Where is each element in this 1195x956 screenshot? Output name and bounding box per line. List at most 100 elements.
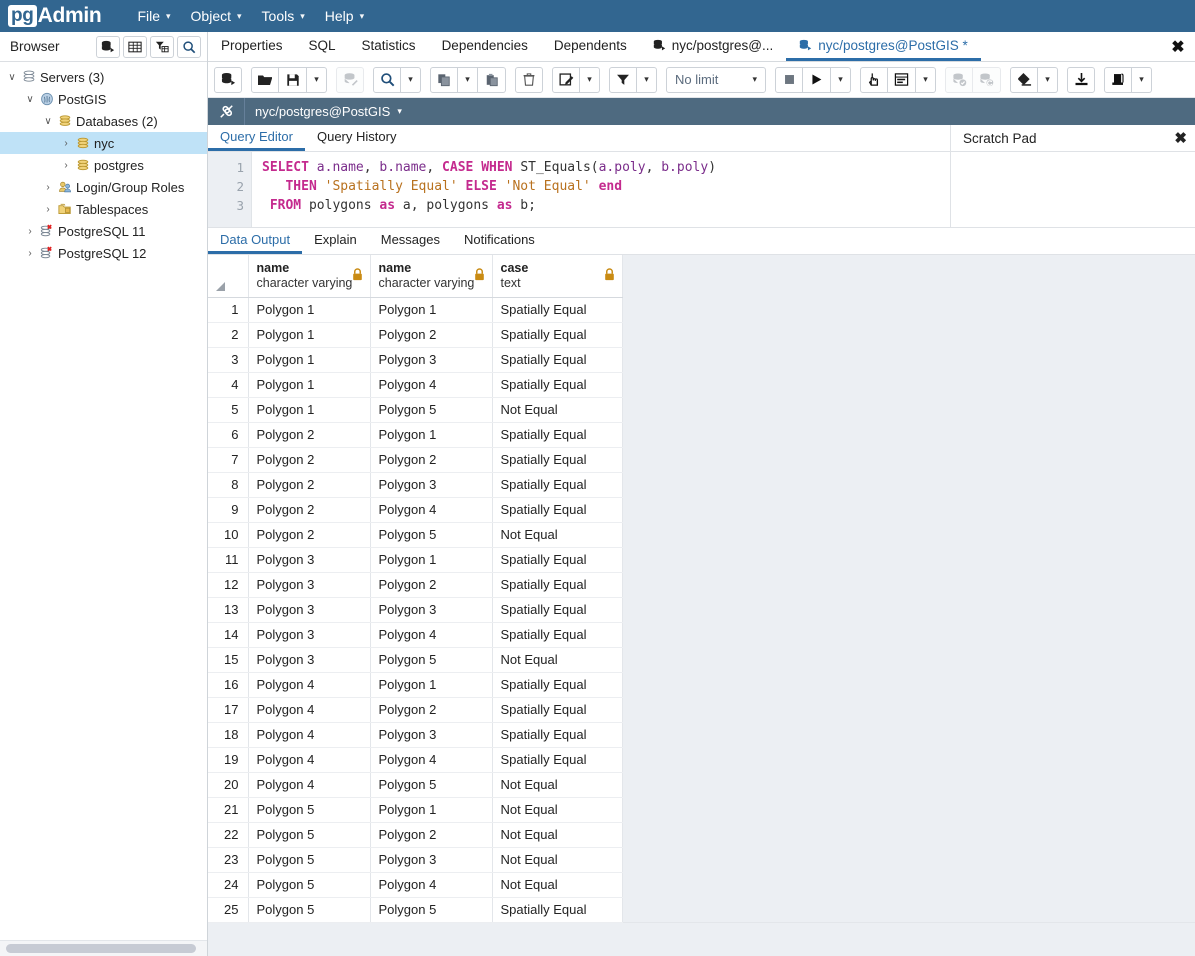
row-number[interactable]: 24	[208, 872, 248, 897]
table-cell[interactable]: Polygon 3	[248, 647, 370, 672]
table-row[interactable]: 9Polygon 2Polygon 4Spatially Equal	[208, 497, 622, 522]
stop-icon[interactable]	[775, 67, 803, 93]
menu-tools[interactable]: Tools ▾	[252, 4, 315, 28]
table-cell[interactable]: Polygon 5	[248, 897, 370, 922]
table-row[interactable]: 6Polygon 2Polygon 1Spatially Equal	[208, 422, 622, 447]
table-cell[interactable]: Polygon 1	[370, 422, 492, 447]
filtered-rows-icon[interactable]	[150, 36, 174, 58]
copy-icon[interactable]	[430, 67, 458, 93]
close-icon[interactable]: ✖	[1174, 129, 1187, 147]
table-cell[interactable]: Polygon 5	[370, 522, 492, 547]
explain-analyze-icon[interactable]	[888, 67, 916, 93]
save-options-caret[interactable]: ▾	[307, 67, 327, 93]
table-row[interactable]: 19Polygon 4Polygon 4Spatially Equal	[208, 747, 622, 772]
table-cell[interactable]: Polygon 2	[370, 822, 492, 847]
table-row[interactable]: 17Polygon 4Polygon 2Spatially Equal	[208, 697, 622, 722]
table-row[interactable]: 23Polygon 5Polygon 3Not Equal	[208, 847, 622, 872]
row-number[interactable]: 1	[208, 297, 248, 322]
table-row[interactable]: 3Polygon 1Polygon 3Spatially Equal	[208, 347, 622, 372]
table-cell[interactable]: Polygon 5	[370, 647, 492, 672]
table-cell[interactable]: Not Equal	[492, 772, 622, 797]
paste-icon[interactable]	[478, 67, 506, 93]
table-cell[interactable]: Spatially Equal	[492, 697, 622, 722]
table-cell[interactable]: Polygon 5	[370, 772, 492, 797]
table-row[interactable]: 21Polygon 5Polygon 1Not Equal	[208, 797, 622, 822]
row-number[interactable]: 15	[208, 647, 248, 672]
row-number[interactable]: 13	[208, 597, 248, 622]
chevron-right-icon[interactable]: ›	[58, 160, 74, 171]
table-row[interactable]: 12Polygon 3Polygon 2Spatially Equal	[208, 572, 622, 597]
table-row[interactable]: 1Polygon 1Polygon 1Spatially Equal	[208, 297, 622, 322]
row-number[interactable]: 25	[208, 897, 248, 922]
row-number[interactable]: 8	[208, 472, 248, 497]
table-cell[interactable]: Polygon 4	[370, 872, 492, 897]
table-cell[interactable]: Polygon 2	[248, 472, 370, 497]
table-cell[interactable]: Polygon 1	[248, 347, 370, 372]
table-cell[interactable]: Spatially Equal	[492, 447, 622, 472]
tab-sql[interactable]: SQL	[296, 32, 349, 61]
tree-node-servers[interactable]: ∨ Servers (3)	[0, 66, 207, 88]
tree-node-postgresql-11[interactable]: › PostgreSQL 11	[0, 220, 207, 242]
table-cell[interactable]: Spatially Equal	[492, 897, 622, 922]
table-cell[interactable]: Polygon 2	[248, 497, 370, 522]
table-cell[interactable]: Spatially Equal	[492, 322, 622, 347]
table-cell[interactable]: Polygon 3	[370, 472, 492, 497]
macros-icon[interactable]	[1104, 67, 1132, 93]
tab-notifications[interactable]: Notifications	[452, 228, 547, 254]
table-row[interactable]: 14Polygon 3Polygon 4Spatially Equal	[208, 622, 622, 647]
table-cell[interactable]: Polygon 3	[248, 572, 370, 597]
row-number[interactable]: 4	[208, 372, 248, 397]
row-number[interactable]: 23	[208, 847, 248, 872]
table-row[interactable]: 4Polygon 1Polygon 4Spatially Equal	[208, 372, 622, 397]
tab-explain[interactable]: Explain	[302, 228, 369, 254]
table-cell[interactable]: Polygon 4	[248, 772, 370, 797]
data-output-grid[interactable]: name character varying name character va…	[208, 255, 1195, 956]
row-number[interactable]: 5	[208, 397, 248, 422]
chevron-down-icon[interactable]: ∨	[40, 116, 56, 127]
tree-horizontal-scrollbar[interactable]	[6, 944, 196, 953]
tree-node-nyc[interactable]: › nyc	[0, 132, 207, 154]
scratch-pad-textarea[interactable]	[951, 152, 1195, 227]
table-cell[interactable]: Polygon 3	[370, 347, 492, 372]
row-number[interactable]: 16	[208, 672, 248, 697]
table-cell[interactable]: Spatially Equal	[492, 722, 622, 747]
explain-icon[interactable]	[860, 67, 888, 93]
table-cell[interactable]: Polygon 1	[370, 672, 492, 697]
chevron-right-icon[interactable]: ›	[22, 248, 38, 259]
row-number[interactable]: 6	[208, 422, 248, 447]
table-row[interactable]: 25Polygon 5Polygon 5Spatially Equal	[208, 897, 622, 922]
table-cell[interactable]: Spatially Equal	[492, 372, 622, 397]
copy-options-caret[interactable]: ▾	[458, 67, 478, 93]
table-cell[interactable]: Polygon 4	[248, 747, 370, 772]
view-data-icon[interactable]	[123, 36, 147, 58]
row-number[interactable]: 21	[208, 797, 248, 822]
table-cell[interactable]: Spatially Equal	[492, 622, 622, 647]
menu-file[interactable]: File ▾	[127, 4, 180, 28]
table-cell[interactable]: Not Equal	[492, 872, 622, 897]
table-row[interactable]: 10Polygon 2Polygon 5Not Equal	[208, 522, 622, 547]
table-cell[interactable]: Polygon 1	[370, 547, 492, 572]
row-number[interactable]: 10	[208, 522, 248, 547]
clear-options-caret[interactable]: ▾	[1038, 67, 1058, 93]
tree-node-databases[interactable]: ∨ Databases (2)	[0, 110, 207, 132]
object-tree[interactable]: ∨ Servers (3) ∨ PostGIS ∨ Databases (2)	[0, 62, 207, 956]
find-icon[interactable]	[373, 67, 401, 93]
tab-dependents[interactable]: Dependents	[541, 32, 640, 61]
save-file-icon[interactable]	[279, 67, 307, 93]
table-cell[interactable]: Polygon 4	[248, 722, 370, 747]
edit-data-icon[interactable]	[336, 67, 364, 93]
table-cell[interactable]: Not Equal	[492, 822, 622, 847]
column-header-name-2[interactable]: name character varying	[370, 255, 492, 297]
execute-options-caret[interactable]: ▾	[831, 67, 851, 93]
table-row[interactable]: 8Polygon 2Polygon 3Spatially Equal	[208, 472, 622, 497]
row-number[interactable]: 9	[208, 497, 248, 522]
table-cell[interactable]: Polygon 1	[248, 397, 370, 422]
menu-object[interactable]: Object ▾	[181, 4, 252, 28]
filter-options-caret[interactable]: ▾	[637, 67, 657, 93]
tab-query-1[interactable]: nyc/postgres@...	[640, 32, 787, 61]
table-cell[interactable]: Polygon 2	[248, 422, 370, 447]
table-cell[interactable]: Not Equal	[492, 647, 622, 672]
table-row[interactable]: 15Polygon 3Polygon 5Not Equal	[208, 647, 622, 672]
table-row[interactable]: 7Polygon 2Polygon 2Spatially Equal	[208, 447, 622, 472]
table-cell[interactable]: Polygon 3	[248, 622, 370, 647]
